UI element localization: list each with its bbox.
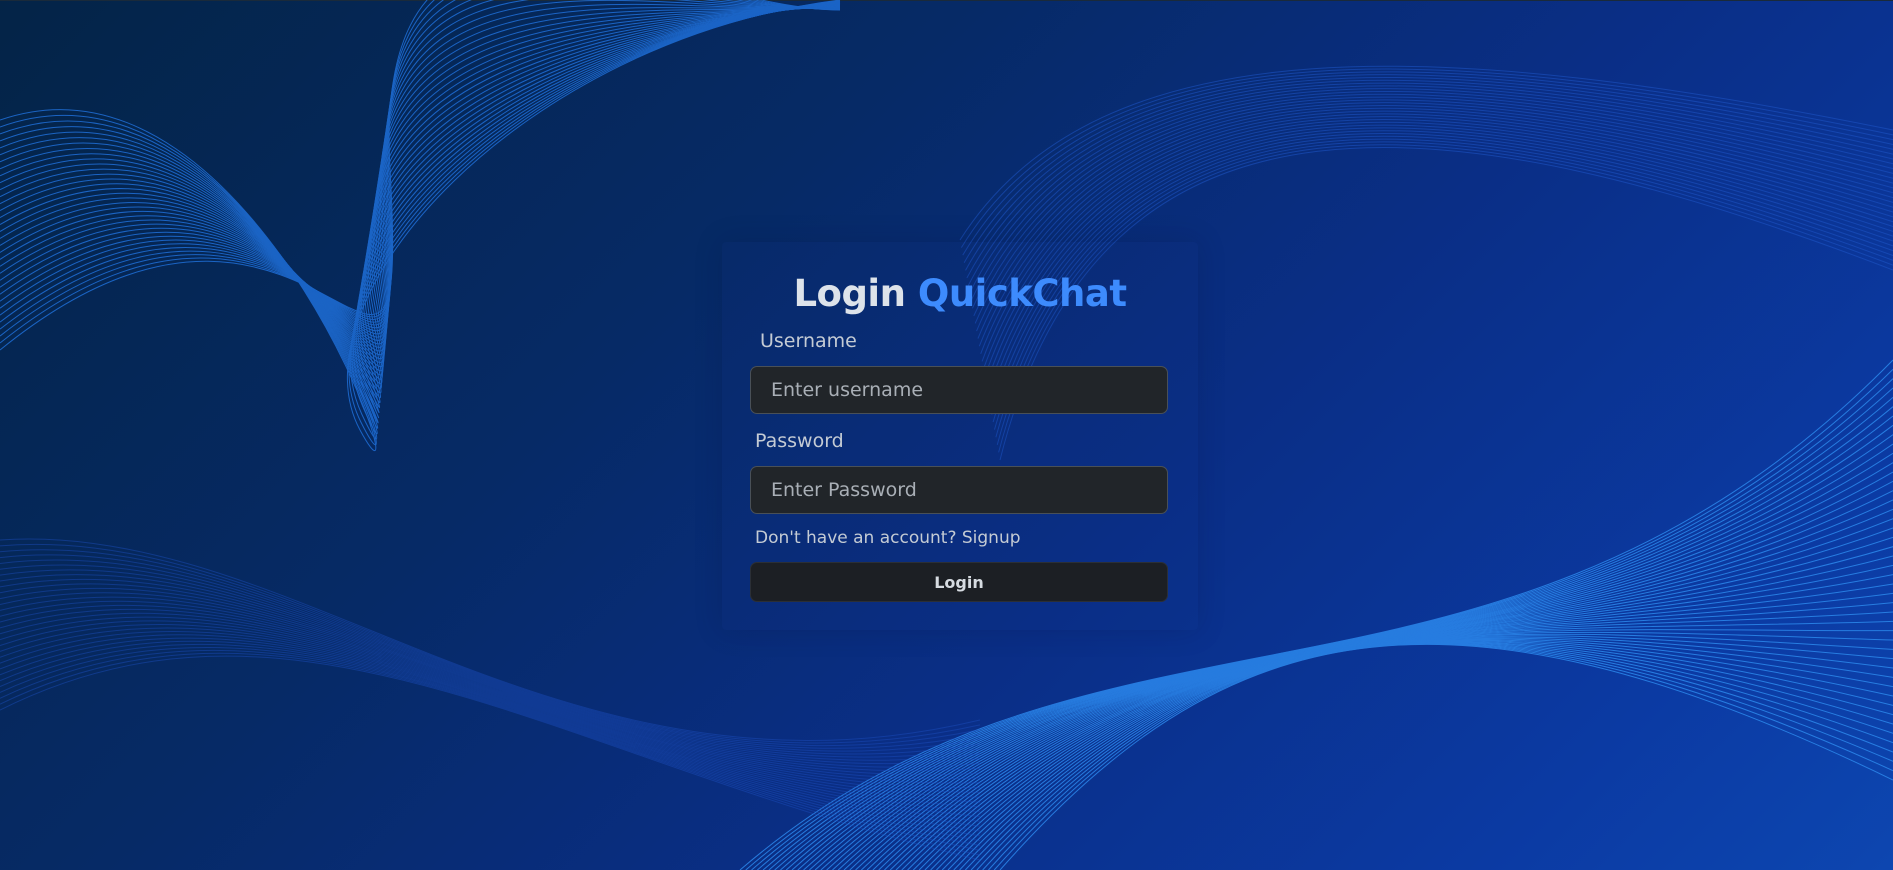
wave-line	[930, 636, 1893, 870]
wave-line	[953, 640, 1893, 870]
wave-line	[901, 620, 1893, 870]
wave-line	[0, 0, 841, 440]
signup-link[interactable]: Don't have an account? Signup	[755, 527, 1021, 549]
wave-line	[0, 1, 841, 418]
wave-line	[907, 629, 1893, 870]
title-login: Login	[793, 272, 906, 315]
wave-line	[912, 631, 1893, 870]
wave-line	[982, 642, 1893, 870]
username-label: Username	[760, 330, 857, 352]
wave-line	[0, 0, 841, 451]
wave-line	[947, 639, 1893, 870]
wave-line	[0, 6, 841, 341]
wave-line	[0, 631, 981, 822]
wave-line	[0, 627, 981, 818]
password-input[interactable]	[750, 466, 1168, 514]
wave-line	[0, 4, 841, 368]
wave-line	[0, 0, 841, 446]
wave-line	[918, 633, 1893, 870]
wave-line	[0, 637, 981, 832]
wave-line	[0, 3, 841, 389]
wave-line	[0, 616, 981, 803]
wave-line	[0, 2, 841, 398]
wave-line	[988, 643, 1893, 870]
wave-line	[0, 0, 841, 326]
wave-line	[963, 74, 1893, 264]
wave-line	[999, 643, 1893, 870]
wave-line	[993, 643, 1893, 870]
login-button[interactable]: Login	[750, 562, 1168, 602]
wave-line	[0, 620, 981, 808]
page-title: Login QuickChat	[722, 270, 1198, 318]
wave-line	[0, 640, 981, 837]
wave-line	[0, 1, 841, 408]
password-label: Password	[755, 430, 844, 452]
username-input[interactable]	[750, 366, 1168, 414]
wave-line	[0, 3, 841, 385]
wave-line	[976, 642, 1893, 870]
wave-line	[0, 4, 841, 376]
wave-line	[959, 640, 1893, 870]
title-brand: QuickChat	[917, 272, 1127, 315]
